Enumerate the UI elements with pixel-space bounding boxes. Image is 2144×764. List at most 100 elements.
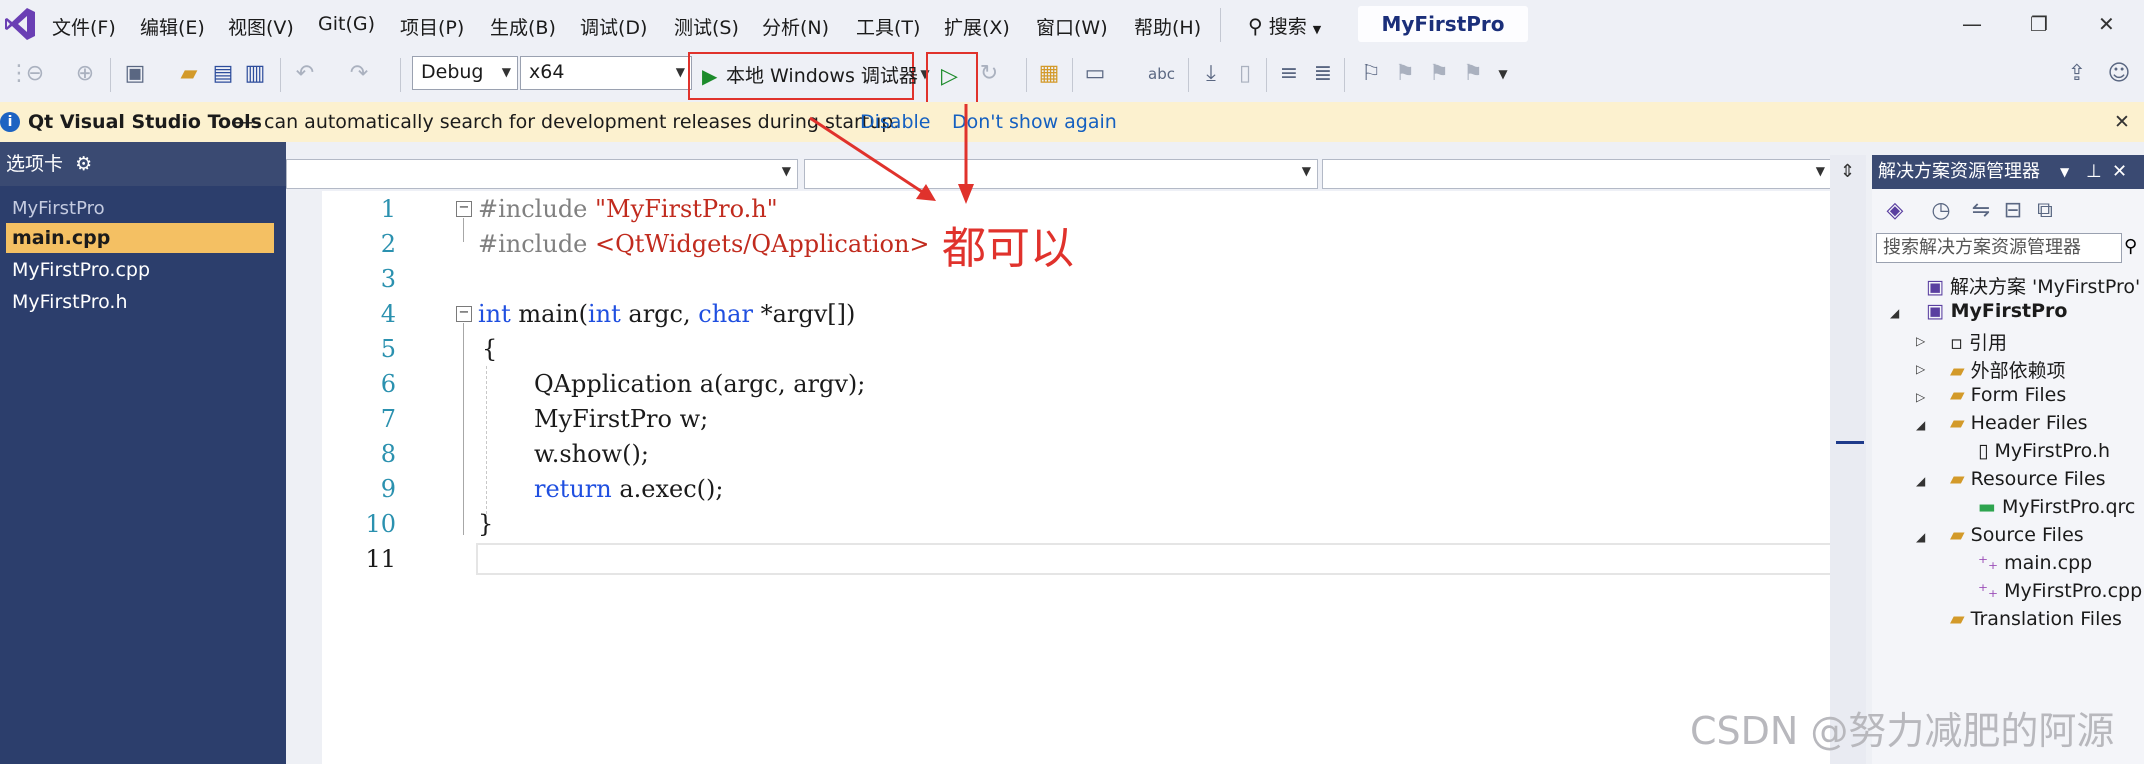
breakpoint-icon[interactable]: ⤓ — [1198, 60, 1224, 88]
minimize-button[interactable]: — — [1962, 12, 1982, 36]
close-icon[interactable]: ✕ — [2112, 155, 2127, 189]
search-icon[interactable]: ⚲ — [2124, 236, 2137, 257]
info-icon: i — [0, 112, 20, 132]
pending-changes-icon[interactable]: ◷ — [1928, 197, 1954, 225]
gear-icon[interactable]: ⚙ — [75, 153, 92, 175]
browse-icon[interactable]: ▦ — [1036, 60, 1062, 88]
menu-project[interactable]: 项目(P) — [400, 13, 464, 40]
code-editor[interactable] — [286, 191, 1830, 764]
tree-project[interactable]: ▣ MyFirstPro — [1926, 300, 2067, 322]
tree-solution[interactable]: ▣ 解决方案 'MyFirstPro' (1 — [1926, 272, 2144, 299]
back-icon[interactable]: ⊖ — [22, 60, 48, 88]
collapse-arrow-icon[interactable]: ◢ — [1916, 530, 1925, 544]
format-icon[interactable]: ▯ — [1232, 60, 1258, 88]
type-scope-select[interactable]: ▼ — [804, 159, 1318, 189]
open-folder-icon[interactable]: ▰ — [176, 60, 202, 88]
collapse-arrow-icon[interactable]: ◢ — [1916, 418, 1925, 432]
solution-search-input[interactable]: 搜索解决方案资源管理器 — [1876, 233, 2122, 263]
tab-myfirstpro-cpp[interactable]: MyFirstPro.cpp — [6, 255, 274, 285]
menu-build[interactable]: 生成(B) — [490, 13, 556, 40]
save-all-icon[interactable]: ▥ — [242, 60, 268, 88]
line-number: 3 — [380, 265, 396, 293]
undo-icon[interactable]: ↶ — [292, 60, 318, 88]
tree-resource-files[interactable]: ▰ Resource Files — [1950, 468, 2106, 490]
code-line-1: #include "MyFirstPro.h" — [478, 195, 778, 223]
spell-check-icon[interactable]: abc — [1148, 60, 1175, 88]
start-debugging-button[interactable]: ▶ 本地 Windows 调试器 — [688, 52, 918, 100]
collapse-icon[interactable]: − — [456, 201, 472, 217]
tree-form-files[interactable]: ▰ Form Files — [1950, 384, 2066, 406]
solution-label: 解决方案 'MyFirstPro' (1 — [1950, 276, 2144, 298]
dont-show-again-link[interactable]: Don't show again — [952, 102, 1117, 142]
share-icon[interactable]: ⇪ — [2064, 60, 2090, 88]
switch-views-icon[interactable]: ◈ — [1882, 197, 1908, 225]
uncomment-icon[interactable]: ≣ — [1310, 60, 1336, 88]
menu-edit[interactable]: 编辑(E) — [140, 13, 205, 40]
tab-main-cpp[interactable]: main.cpp — [6, 223, 274, 253]
menu-view[interactable]: 视图(V) — [228, 13, 294, 40]
tree-translation-files[interactable]: ▰ Translation Files — [1950, 608, 2122, 630]
menu-tools[interactable]: 工具(T) — [856, 13, 920, 40]
collapse-icon[interactable]: − — [456, 306, 472, 322]
tree-file-main-cpp[interactable]: ⁺₊ main.cpp — [1978, 552, 2092, 574]
menu-file[interactable]: 文件(F) — [52, 13, 116, 40]
line-number: 7 — [380, 405, 396, 433]
project-scope-select[interactable]: ▼ — [286, 159, 798, 189]
restore-button[interactable]: ❐ — [2030, 12, 2048, 36]
menu-window[interactable]: 窗口(W) — [1036, 13, 1108, 40]
layout-icon[interactable]: ▭ — [1082, 60, 1108, 88]
close-icon[interactable]: ✕ — [2114, 102, 2130, 142]
search-button[interactable]: ⚲ 搜索 ▼ — [1238, 8, 1331, 40]
tree-file-qrc[interactable]: ▬ MyFirstPro.qrc — [1978, 496, 2135, 518]
pin-icon[interactable]: ⊥ — [2086, 155, 2102, 189]
close-button[interactable]: ✕ — [2098, 12, 2115, 36]
chevron-down-icon: ▼ — [781, 164, 791, 178]
tree-header-files[interactable]: ▰ Header Files — [1950, 412, 2088, 434]
member-scope-select[interactable]: ▼ — [1322, 159, 1832, 189]
vertical-scrollbar[interactable]: ⇕ — [1830, 155, 1866, 764]
chevron-down-icon[interactable]: ▼ — [1490, 60, 1516, 88]
menu-debug[interactable]: 调试(D) — [580, 13, 647, 40]
line-number: 10 — [365, 510, 396, 538]
prev-bookmark-icon[interactable]: ⚑ — [1392, 60, 1418, 88]
solution-platform-select[interactable]: x64 ▼ — [520, 56, 692, 90]
menu-git[interactable]: Git(G) — [318, 13, 375, 35]
menu-help[interactable]: 帮助(H) — [1134, 13, 1201, 40]
expand-arrow-icon[interactable]: ▷ — [1916, 334, 1925, 348]
save-icon[interactable]: ▤ — [210, 60, 236, 88]
split-icon[interactable]: ⇕ — [1840, 161, 1855, 182]
redo-icon[interactable]: ↷ — [346, 60, 372, 88]
collapse-all-icon[interactable]: ⊟ — [2000, 197, 2026, 225]
solution-configuration-select[interactable]: Debug ▼ — [412, 56, 518, 90]
references-icon: ▫ — [1950, 332, 1963, 354]
menu-extensions[interactable]: 扩展(X) — [944, 13, 1010, 40]
menu-test[interactable]: 测试(S) — [674, 13, 739, 40]
folder-icon: ▰ — [1950, 360, 1965, 382]
tree-references[interactable]: ▫ 引用 — [1950, 328, 2007, 355]
collapse-arrow-icon[interactable]: ◢ — [1890, 306, 1899, 320]
expand-arrow-icon[interactable]: ▷ — [1916, 390, 1925, 404]
tree-file-myfirstpro-cpp[interactable]: ⁺₊ MyFirstPro.cpp — [1978, 580, 2142, 602]
forward-icon[interactable]: ⊕ — [72, 60, 98, 88]
tree-external-deps[interactable]: ▰ 外部依赖项 — [1950, 356, 2066, 383]
chevron-down-icon[interactable]: ▼ — [2060, 155, 2069, 189]
comment-icon[interactable]: ≡ — [1276, 60, 1302, 88]
feedback-icon[interactable]: ☺ — [2106, 60, 2132, 88]
tab-group-project: MyFirstPro — [12, 198, 105, 219]
clear-bookmarks-icon[interactable]: ⚑ — [1460, 60, 1486, 88]
cpp-file-icon: ⁺₊ — [1978, 552, 1999, 574]
menu-analyze[interactable]: 分析(N) — [762, 13, 829, 40]
new-project-icon[interactable]: ▣ — [122, 60, 148, 88]
tree-file-myfirstpro-h[interactable]: ▯ MyFirstPro.h — [1978, 440, 2110, 462]
code-line-7: MyFirstPro w; — [534, 405, 709, 433]
tree-source-files[interactable]: ▰ Source Files — [1950, 524, 2084, 546]
hot-reload-icon[interactable]: ↻ — [976, 60, 1002, 88]
tab-myfirstpro-h[interactable]: MyFirstPro.h — [6, 287, 274, 317]
disable-link[interactable]: Disable — [860, 102, 930, 142]
expand-arrow-icon[interactable]: ▷ — [1916, 362, 1925, 376]
bookmark-icon[interactable]: ⚐ — [1358, 60, 1384, 88]
collapse-arrow-icon[interactable]: ◢ — [1916, 474, 1925, 488]
next-bookmark-icon[interactable]: ⚑ — [1426, 60, 1452, 88]
show-all-files-icon[interactable]: ⧉ — [2032, 197, 2058, 225]
sync-icon[interactable]: ⇋ — [1968, 197, 1994, 225]
